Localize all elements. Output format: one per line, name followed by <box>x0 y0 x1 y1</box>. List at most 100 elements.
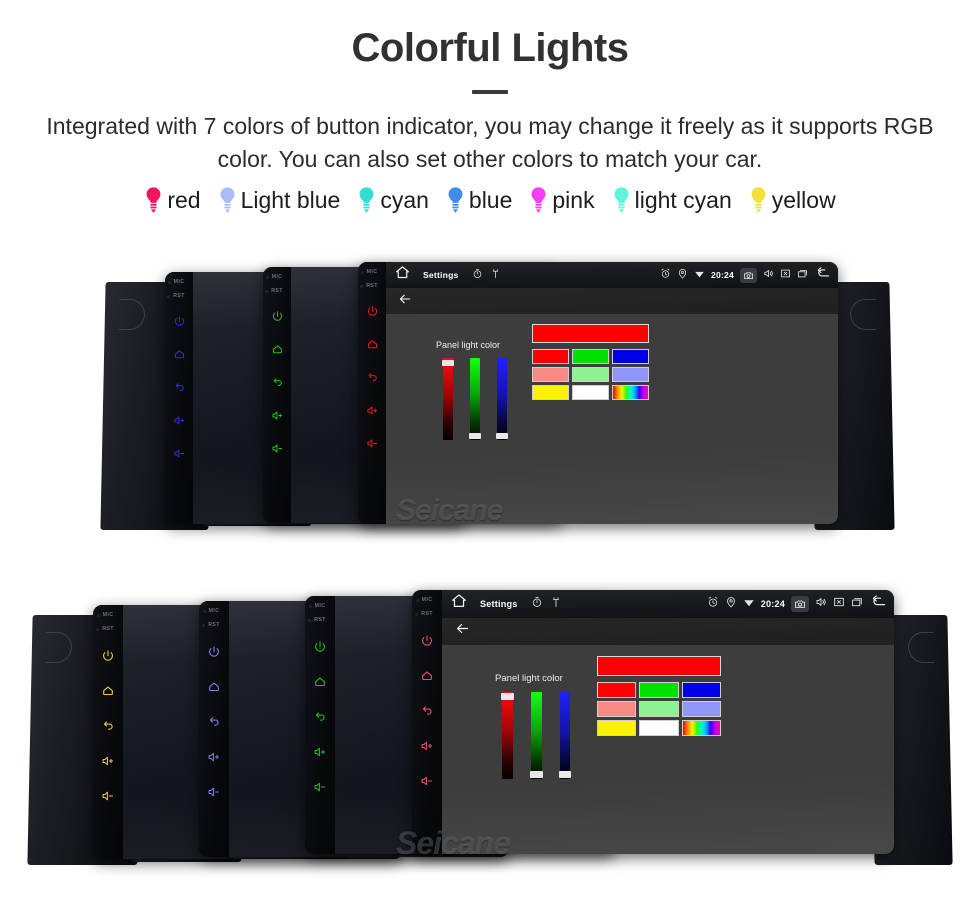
color-swatch-0-1[interactable] <box>639 681 679 698</box>
red-slider[interactable] <box>501 691 514 779</box>
color-swatch-0-2[interactable] <box>681 681 722 698</box>
key-home-icon[interactable] <box>366 338 379 356</box>
key-volume-up-icon[interactable] <box>173 414 186 432</box>
touch-key-strip: MIC RST <box>263 267 291 523</box>
color-swatch-0-0[interactable] <box>532 348 569 364</box>
red-slider-knob[interactable] <box>442 359 454 366</box>
key-home-icon[interactable] <box>271 343 284 361</box>
status-camera-icon[interactable] <box>740 267 757 283</box>
key-volume-down-icon[interactable] <box>271 442 284 460</box>
legend-label: pink <box>552 187 595 214</box>
color-swatch-1-0[interactable] <box>532 366 569 382</box>
legend-label: blue <box>468 187 513 214</box>
key-volume-up-icon[interactable] <box>420 739 434 758</box>
key-power-icon[interactable] <box>420 634 434 653</box>
key-power-icon[interactable] <box>313 640 327 659</box>
color-swatch-2-1[interactable] <box>639 720 679 737</box>
mic-label: MIC <box>415 597 433 603</box>
status-camera-icon[interactable] <box>791 595 809 612</box>
status-usb-icon[interactable] <box>490 266 501 284</box>
key-back-icon[interactable] <box>313 710 327 729</box>
key-volume-up-icon[interactable] <box>207 750 221 769</box>
key-volume-down-icon[interactable] <box>173 447 186 465</box>
status-recent-apps-icon[interactable] <box>851 595 863 613</box>
light-bulb-icon <box>448 187 463 214</box>
key-power-icon[interactable] <box>173 315 186 333</box>
green-slider-knob[interactable] <box>469 433 481 439</box>
status-timer-icon[interactable] <box>472 266 483 284</box>
key-home-icon[interactable] <box>313 675 327 694</box>
key-volume-down-icon[interactable] <box>207 785 221 804</box>
key-back-icon[interactable] <box>173 381 186 399</box>
key-volume-down-icon[interactable] <box>366 437 379 455</box>
touch-key-strip: MIC RST <box>358 262 386 524</box>
touch-key-strip: MIC RST <box>305 596 335 854</box>
status-close-box-icon[interactable] <box>780 266 791 284</box>
color-swatch-1-1[interactable] <box>639 700 679 717</box>
key-volume-up-icon[interactable] <box>366 404 379 422</box>
key-volume-up-icon[interactable] <box>101 754 115 773</box>
color-swatch-1-2[interactable] <box>612 366 650 382</box>
green-slider-knob[interactable] <box>530 771 543 778</box>
key-home-icon[interactable] <box>173 348 186 366</box>
color-swatch-2-0[interactable] <box>596 720 636 737</box>
key-back-icon[interactable] <box>101 719 115 738</box>
status-volume-icon[interactable] <box>763 266 774 284</box>
color-preview-swatch[interactable] <box>532 324 650 343</box>
key-back-icon[interactable] <box>420 704 434 723</box>
action-bar-back-arrow-icon[interactable] <box>398 292 412 311</box>
color-swatch-1-2[interactable] <box>681 700 722 717</box>
red-slider-knob[interactable] <box>501 693 514 700</box>
status-usb-icon[interactable] <box>550 595 562 613</box>
red-slider[interactable] <box>442 358 454 440</box>
color-swatch-1-1[interactable] <box>572 366 610 382</box>
color-swatch-1-0[interactable] <box>596 700 636 717</box>
key-back-icon[interactable] <box>271 376 284 394</box>
light-bulb-icon <box>146 187 161 214</box>
blue-slider-knob[interactable] <box>558 771 572 778</box>
key-home-icon[interactable] <box>207 680 221 699</box>
status-timer-icon[interactable] <box>531 595 543 613</box>
key-volume-up-icon[interactable] <box>271 409 284 427</box>
action-bar-back-arrow-icon[interactable] <box>455 621 470 641</box>
swatch-row <box>532 366 650 382</box>
status-close-box-icon[interactable] <box>833 595 845 613</box>
blue-slider[interactable] <box>496 358 508 440</box>
home-icon <box>396 266 409 279</box>
key-home-icon[interactable] <box>101 684 115 703</box>
color-swatch-2-2[interactable] <box>681 720 722 737</box>
key-power-icon[interactable] <box>366 305 379 323</box>
key-back-icon[interactable] <box>366 371 379 389</box>
status-home-icon[interactable] <box>451 593 467 614</box>
key-volume-down-icon[interactable] <box>420 774 434 793</box>
color-swatch-0-1[interactable] <box>572 348 610 364</box>
green-slider[interactable] <box>469 358 481 440</box>
color-swatch-2-2[interactable] <box>612 384 650 400</box>
color-swatch-2-1[interactable] <box>572 384 610 400</box>
blue-slider[interactable] <box>558 691 572 779</box>
key-power-icon[interactable] <box>101 649 115 668</box>
color-swatch-0-0[interactable] <box>596 681 636 698</box>
light-bulb-icon <box>614 187 629 214</box>
key-power-icon[interactable] <box>271 310 284 328</box>
status-home-icon[interactable] <box>395 265 410 285</box>
status-back-arrow-icon[interactable] <box>871 593 887 614</box>
touch-key-strip: MIC RST <box>199 601 229 857</box>
green-slider[interactable] <box>530 691 543 779</box>
legend-label: yellow <box>771 187 836 214</box>
color-swatch-0-2[interactable] <box>612 348 650 364</box>
mic-label: MIC <box>202 608 220 614</box>
status-back-arrow-icon[interactable] <box>816 265 831 285</box>
status-volume-icon[interactable] <box>815 595 827 613</box>
swatch-row <box>596 681 722 698</box>
color-preview-swatch[interactable] <box>596 655 722 676</box>
color-swatch-2-0[interactable] <box>532 384 569 400</box>
key-volume-up-icon[interactable] <box>313 745 327 764</box>
key-power-icon[interactable] <box>207 645 221 664</box>
key-volume-down-icon[interactable] <box>101 789 115 808</box>
key-home-icon[interactable] <box>420 669 434 688</box>
key-back-icon[interactable] <box>207 715 221 734</box>
blue-slider-knob[interactable] <box>496 433 508 439</box>
key-volume-down-icon[interactable] <box>313 780 327 799</box>
status-recent-apps-icon[interactable] <box>797 266 808 284</box>
